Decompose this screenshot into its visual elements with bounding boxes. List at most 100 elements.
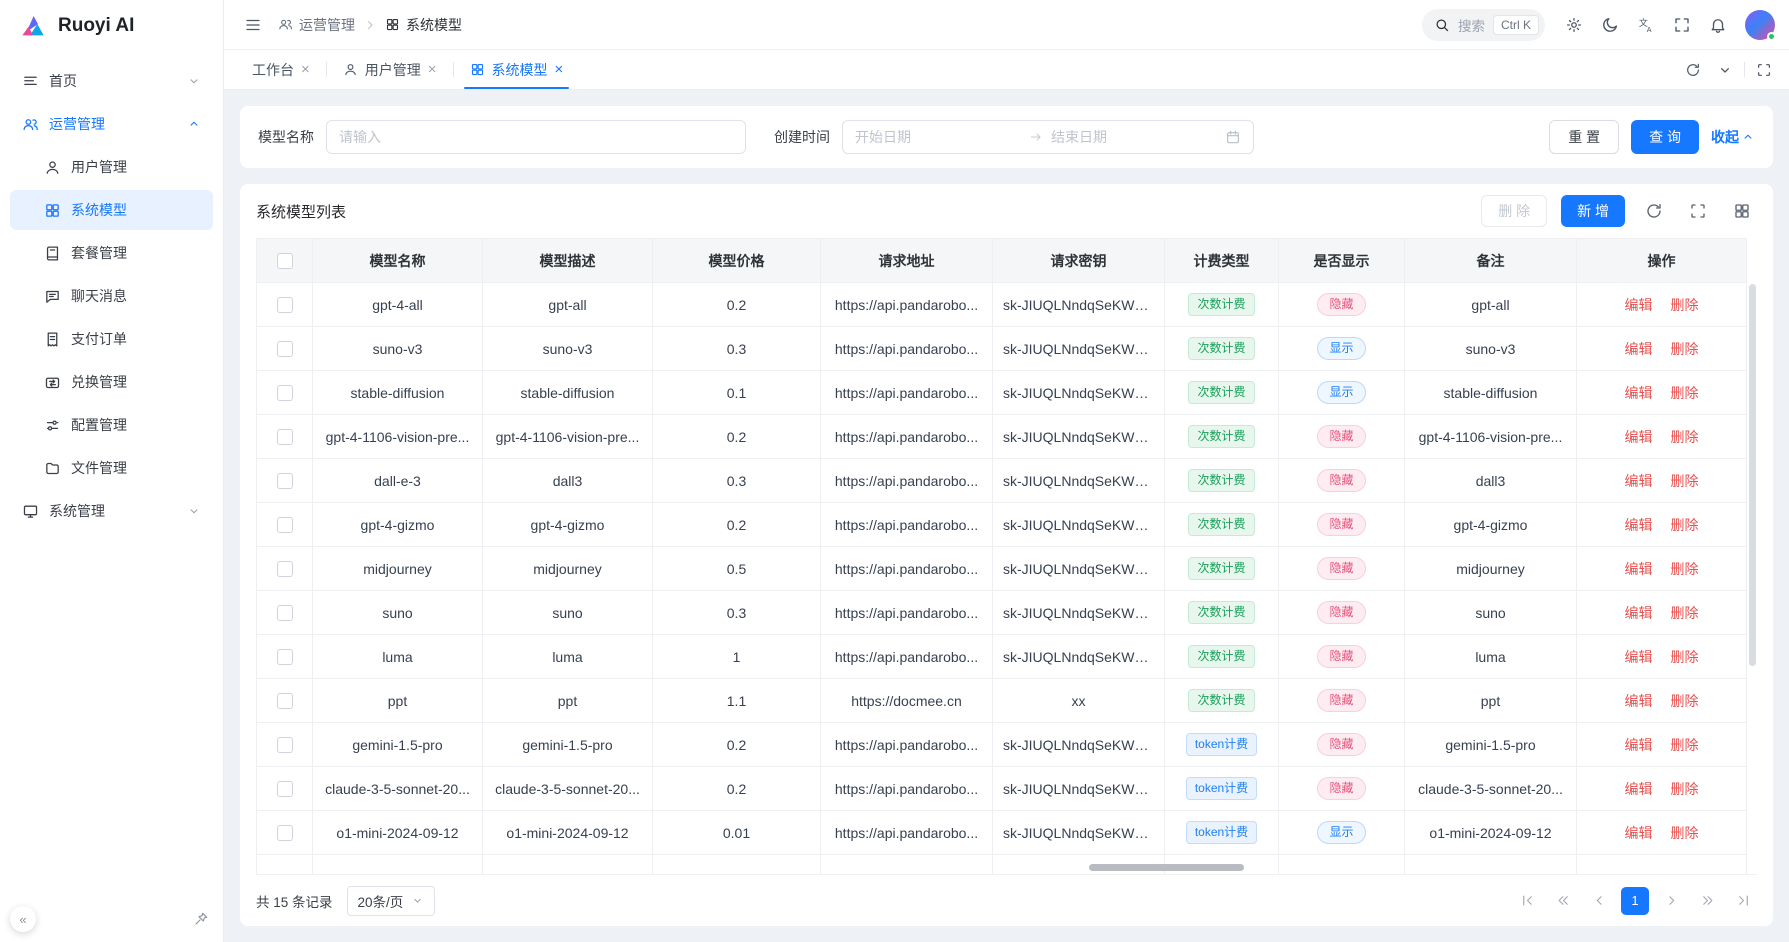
row-checkbox[interactable] (277, 825, 293, 841)
delete-link[interactable]: 删除 (1671, 605, 1699, 621)
delete-link[interactable]: 删除 (1671, 561, 1699, 577)
collapse-filter-link[interactable]: 收起 (1711, 127, 1755, 147)
delete-link[interactable]: 删除 (1671, 649, 1699, 665)
date-range-input[interactable]: 开始日期 结束日期 (842, 120, 1254, 154)
tab-user-management[interactable]: 用户管理× (327, 50, 453, 89)
refresh-icon (1685, 62, 1701, 78)
sidebar-item-operations[interactable]: 运营管理 (10, 104, 213, 144)
edit-link[interactable]: 编辑 (1625, 385, 1653, 401)
select-all-checkbox[interactable] (277, 253, 293, 269)
row-checkbox[interactable] (277, 517, 293, 533)
vertical-scrollbar[interactable] (1749, 284, 1757, 846)
query-button[interactable]: 查 询 (1631, 120, 1699, 154)
delete-link[interactable]: 删除 (1671, 737, 1699, 753)
sidebar-collapse-handle[interactable]: « (10, 906, 36, 932)
date-end-placeholder: 结束日期 (1051, 127, 1217, 147)
pin-sidebar-icon[interactable] (193, 911, 209, 930)
edit-link[interactable]: 编辑 (1625, 561, 1653, 577)
row-checkbox[interactable] (277, 781, 293, 797)
row-checkbox[interactable] (277, 649, 293, 665)
delete-link[interactable]: 删除 (1671, 385, 1699, 401)
edit-link[interactable]: 编辑 (1625, 737, 1653, 753)
tabs-menu-button[interactable] (1712, 57, 1738, 83)
delete-link[interactable]: 删除 (1671, 297, 1699, 313)
row-checkbox[interactable] (277, 737, 293, 753)
refresh-page-button[interactable] (1680, 57, 1706, 83)
edit-link[interactable]: 编辑 (1625, 825, 1653, 841)
column-settings-button[interactable] (1727, 196, 1757, 226)
fullscreen-button[interactable] (1667, 10, 1697, 40)
fast-forward-button[interactable] (1693, 887, 1721, 915)
delete-link[interactable]: 删除 (1671, 473, 1699, 489)
vertical-scrollbar-thumb[interactable] (1749, 284, 1756, 666)
notifications-button[interactable] (1703, 10, 1733, 40)
page-1-button[interactable]: 1 (1621, 887, 1649, 915)
sidebar-item-exchange-management[interactable]: 兑换管理 (10, 362, 213, 402)
fast-backward-button[interactable] (1549, 887, 1577, 915)
reset-button[interactable]: 重 置 (1549, 120, 1619, 154)
edit-link[interactable]: 编辑 (1625, 429, 1653, 445)
tab-close-icon[interactable]: × (428, 62, 437, 77)
dark-mode-button[interactable] (1595, 10, 1625, 40)
edit-link[interactable]: 编辑 (1625, 473, 1653, 489)
tab-close-icon[interactable]: × (301, 62, 310, 77)
row-checkbox[interactable] (277, 429, 293, 445)
delete-link[interactable]: 删除 (1671, 693, 1699, 709)
sidebar-item-chat-messages[interactable]: 聊天消息 (10, 276, 213, 316)
tab-system-model[interactable]: 系统模型× (454, 50, 580, 89)
config-icon (44, 417, 61, 434)
edit-link[interactable]: 编辑 (1625, 693, 1653, 709)
breadcrumb-operations[interactable]: 运营管理 (278, 15, 355, 35)
delete-link[interactable]: 删除 (1671, 781, 1699, 797)
edit-link[interactable]: 编辑 (1625, 341, 1653, 357)
delete-link[interactable]: 删除 (1671, 825, 1699, 841)
prev-page-button[interactable] (1585, 887, 1613, 915)
horizontal-scrollbar-thumb[interactable] (1089, 864, 1244, 871)
sidebar-item-file-management[interactable]: 文件管理 (10, 448, 213, 488)
user-avatar[interactable] (1745, 10, 1775, 40)
add-button[interactable]: 新 增 (1561, 195, 1625, 227)
edit-link[interactable]: 编辑 (1625, 781, 1653, 797)
model-name-input[interactable]: 请输入 (326, 120, 746, 154)
sidebar-item-config-management[interactable]: 配置管理 (10, 405, 213, 445)
edit-link[interactable]: 编辑 (1625, 297, 1653, 313)
table-fullscreen-button[interactable] (1683, 196, 1713, 226)
visibility-cell: 显示 (1279, 327, 1405, 371)
breadcrumb-system-model[interactable]: 系统模型 (385, 15, 462, 35)
edit-link[interactable]: 编辑 (1625, 649, 1653, 665)
delete-link[interactable]: 删除 (1671, 341, 1699, 357)
row-checkbox[interactable] (277, 341, 293, 357)
sidebar-item-user-management[interactable]: 用户管理 (10, 147, 213, 187)
sidebar-item-system-management[interactable]: 系统管理 (10, 491, 213, 531)
content-fullscreen-button[interactable] (1751, 57, 1777, 83)
model-desc-cell: claude-3-5-sonnet-20... (483, 767, 653, 811)
sidebar-item-system-model[interactable]: 系统模型 (10, 190, 213, 230)
delete-link[interactable]: 删除 (1671, 429, 1699, 445)
global-search[interactable]: 搜索 Ctrl K (1422, 9, 1545, 41)
refresh-table-button[interactable] (1639, 196, 1669, 226)
next-page-button[interactable] (1657, 887, 1685, 915)
last-page-button[interactable] (1729, 887, 1757, 915)
row-checkbox[interactable] (277, 605, 293, 621)
row-checkbox[interactable] (277, 561, 293, 577)
batch-delete-button[interactable]: 删 除 (1481, 195, 1547, 227)
sidebar-item-payment-orders[interactable]: 支付订单 (10, 319, 213, 359)
settings-button[interactable] (1559, 10, 1589, 40)
sidebar-item-home[interactable]: 首页 (10, 61, 213, 101)
sidebar-toggle-button[interactable] (238, 10, 268, 40)
row-checkbox[interactable] (277, 297, 293, 313)
page-size-select[interactable]: 20条/页 (347, 886, 436, 916)
language-button[interactable] (1631, 10, 1661, 40)
row-checkbox[interactable] (277, 385, 293, 401)
sidebar-item-package-management[interactable]: 套餐管理 (10, 233, 213, 273)
horizontal-scrollbar[interactable] (256, 864, 1743, 872)
app-logo[interactable]: Ruoyi AI (0, 0, 223, 52)
row-checkbox[interactable] (277, 473, 293, 489)
edit-link[interactable]: 编辑 (1625, 605, 1653, 621)
tab-workbench[interactable]: 工作台× (236, 50, 326, 89)
edit-link[interactable]: 编辑 (1625, 517, 1653, 533)
row-checkbox[interactable] (277, 693, 293, 709)
first-page-button[interactable] (1513, 887, 1541, 915)
tab-close-icon[interactable]: × (555, 62, 564, 77)
delete-link[interactable]: 删除 (1671, 517, 1699, 533)
